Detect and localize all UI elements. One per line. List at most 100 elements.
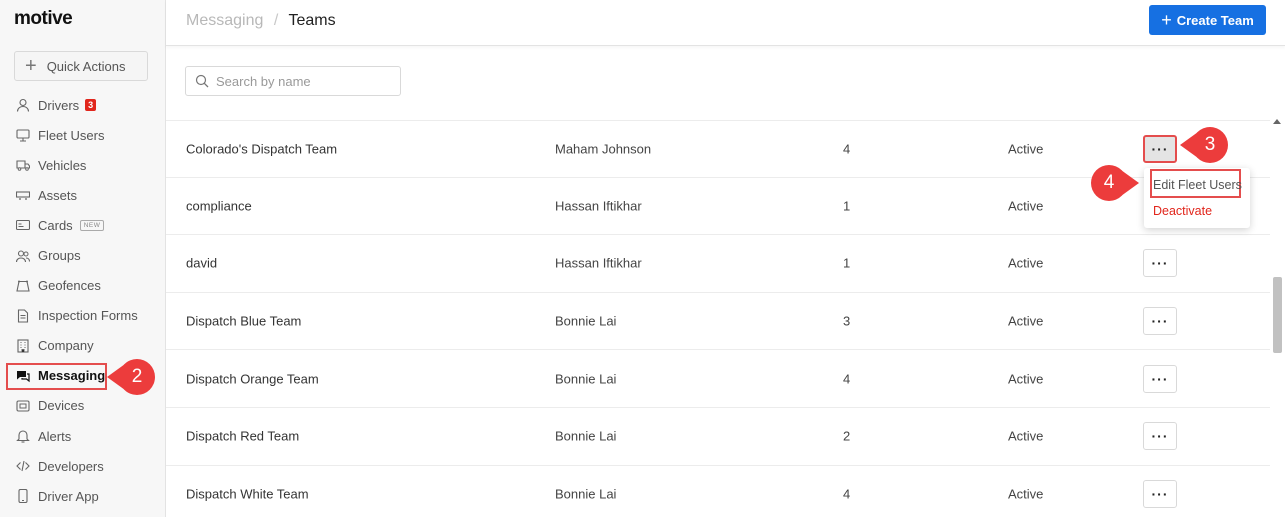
team-name: Dispatch Red Team	[186, 428, 300, 444]
table-row: Dispatch White Team Bonnie Lai 4 Active …	[166, 466, 1270, 517]
sidebar-item-groups[interactable]: Groups	[0, 240, 166, 270]
monitor-icon	[16, 128, 30, 142]
scroll-up-arrow-icon[interactable]	[1273, 119, 1281, 124]
callout-3: 3	[1180, 127, 1228, 163]
team-owner: Hassan Iftikhar	[555, 198, 642, 214]
quick-actions-button[interactable]: + Quick Actions	[14, 51, 148, 81]
team-owner: Bonnie Lai	[555, 371, 617, 387]
team-count: 2	[843, 428, 851, 444]
create-team-label: Create Team	[1176, 12, 1254, 28]
search-icon	[195, 74, 209, 88]
code-icon	[16, 459, 30, 473]
table-row: Dispatch Blue Team Bonnie Lai 3 Active ·…	[166, 293, 1270, 351]
sidebar-item-vehicles[interactable]: Vehicles	[0, 150, 166, 180]
sidebar-item-label: Driver App	[38, 488, 99, 504]
more-options-button[interactable]: ···	[1143, 307, 1177, 336]
sidebar-item-label: Vehicles	[38, 157, 87, 173]
team-count: 4	[843, 371, 851, 387]
team-status: Active	[1008, 313, 1044, 329]
team-count: 3	[843, 313, 851, 329]
team-name: Dispatch Orange Team	[186, 371, 319, 387]
team-status: Active	[1008, 428, 1044, 444]
breadcrumb: Messaging / Teams	[186, 12, 336, 30]
people-icon	[16, 249, 30, 263]
team-owner: Hassan Iftikhar	[555, 255, 642, 271]
sidebar-item-alerts[interactable]: Alerts	[0, 421, 166, 451]
team-status: Active	[1008, 255, 1044, 271]
scroll-thumb[interactable]	[1273, 277, 1282, 353]
sidebar-item-cards[interactable]: Cards NEW	[0, 210, 166, 240]
sidebar-item-company[interactable]: Company	[0, 331, 166, 361]
breadcrumb-separator: /	[273, 12, 279, 29]
table-row: Dispatch Red Team Bonnie Lai 2 Active ··…	[166, 408, 1270, 466]
sidebar-item-geofences[interactable]: Geofences	[0, 271, 166, 301]
geofence-icon	[16, 279, 30, 293]
breadcrumb-messaging[interactable]: Messaging	[186, 12, 263, 29]
sidebar-nav: Drivers 3 Fleet Users Vehicles Assets Ca…	[0, 90, 166, 511]
page-title: Teams	[288, 12, 336, 29]
team-name: compliance	[186, 198, 252, 214]
callout-2: 2	[107, 359, 155, 395]
more-options-button[interactable]: ···	[1143, 134, 1177, 163]
create-team-button[interactable]: + Create Team	[1149, 5, 1266, 35]
vertical-scrollbar[interactable]	[1270, 115, 1285, 517]
callout-number: 4	[1091, 165, 1127, 201]
table-row: Dispatch Orange Team Bonnie Lai 4 Active…	[166, 350, 1270, 408]
sidebar-item-inspection-forms[interactable]: Inspection Forms	[0, 301, 166, 331]
edit-fleet-users-menu-item[interactable]: Edit Fleet Users	[1153, 178, 1242, 192]
search-input[interactable]: Search by name	[185, 66, 401, 96]
team-name: Dispatch Blue Team	[186, 313, 302, 329]
team-count: 1	[843, 198, 851, 214]
row-actions-menu: Edit Fleet Users Deactivate	[1144, 168, 1250, 228]
sidebar-item-fleet-users[interactable]: Fleet Users	[0, 120, 166, 150]
sidebar-item-label: Fleet Users	[38, 127, 105, 143]
sidebar-item-label: Drivers	[38, 97, 80, 113]
team-count: 1	[843, 255, 851, 271]
team-owner: Maham Johnson	[555, 141, 652, 157]
drivers-count-badge: 3	[85, 99, 97, 112]
more-options-button[interactable]: ···	[1143, 479, 1177, 508]
sidebar-item-drivers[interactable]: Drivers 3	[0, 90, 166, 120]
sidebar-item-label: Inspection Forms	[38, 308, 138, 324]
plus-icon: +	[25, 55, 37, 77]
sidebar-item-assets[interactable]: Assets	[0, 180, 166, 210]
sidebar-item-developers[interactable]: Developers	[0, 451, 166, 481]
person-icon	[16, 98, 30, 112]
card-icon	[16, 218, 30, 232]
sidebar-item-label: Company	[38, 338, 94, 354]
messaging-highlight-box	[6, 362, 107, 390]
motive-logo[interactable]: motive	[14, 8, 73, 30]
sidebar-item-label: Assets	[38, 187, 78, 203]
sidebar: motive + Quick Actions Drivers 3 Fleet U…	[0, 0, 166, 517]
team-name: Colorado's Dispatch Team	[186, 141, 338, 157]
team-name: david	[186, 255, 218, 271]
truck-icon	[16, 158, 30, 172]
plus-icon: +	[1161, 10, 1172, 30]
sidebar-item-devices[interactable]: Devices	[0, 391, 166, 421]
sidebar-item-label: Cards	[38, 217, 73, 233]
callout-number: 3	[1192, 127, 1228, 163]
sidebar-item-label: Devices	[38, 398, 85, 414]
sidebar-item-label: Groups	[38, 248, 81, 264]
phone-icon	[16, 489, 30, 504]
team-name: Dispatch White Team	[186, 486, 309, 502]
deactivate-menu-item[interactable]: Deactivate	[1153, 204, 1212, 218]
sidebar-item-driver-app[interactable]: Driver App	[0, 481, 166, 511]
team-owner: Bonnie Lai	[555, 313, 617, 329]
team-status: Active	[1008, 486, 1044, 502]
more-options-button[interactable]: ···	[1143, 364, 1177, 393]
table-row: david Hassan Iftikhar 1 Active ···	[166, 235, 1270, 293]
device-icon	[16, 399, 30, 413]
team-status: Active	[1008, 371, 1044, 387]
quick-actions-label: Quick Actions	[46, 58, 126, 74]
bell-icon	[16, 429, 30, 443]
sidebar-item-label: Developers	[38, 458, 104, 474]
app-window: motive + Quick Actions Drivers 3 Fleet U…	[0, 0, 1285, 517]
more-options-button[interactable]: ···	[1143, 249, 1177, 278]
page-header: Messaging / Teams + Create Team	[166, 0, 1285, 46]
team-status: Active	[1008, 141, 1044, 157]
more-options-button[interactable]: ···	[1143, 422, 1177, 451]
sidebar-item-label: Alerts	[38, 428, 72, 444]
callout-4: 4	[1091, 165, 1139, 201]
team-status: Active	[1008, 198, 1044, 214]
